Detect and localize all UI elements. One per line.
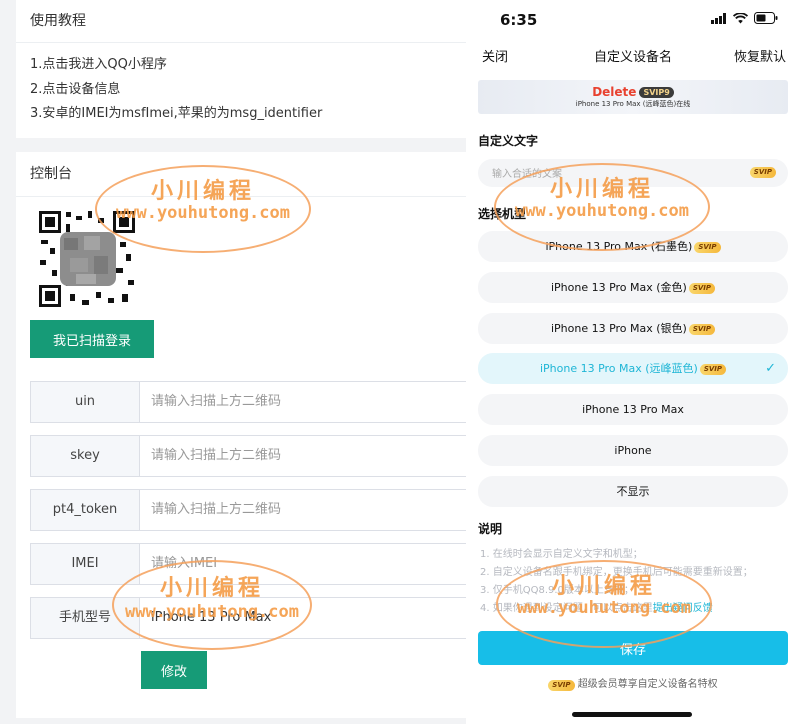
skey-field-row: skey bbox=[30, 435, 471, 477]
svip-badge: SVIP bbox=[688, 324, 716, 335]
preview-subtitle: iPhone 13 Pro Max (远峰蓝色)在线 bbox=[575, 100, 691, 108]
console-card: 控制台 我已扫描登录 uin s bbox=[16, 152, 471, 718]
uin-input[interactable] bbox=[141, 382, 471, 420]
preview-name: Delete bbox=[592, 85, 637, 99]
imei-field-row: IMEI bbox=[30, 543, 471, 585]
svip-footer: SVIP 超级会员尊享自定义设备名特权 bbox=[466, 675, 800, 691]
model-label: iPhone 13 Pro Max (石墨色) bbox=[545, 240, 693, 253]
note-item: 4. 如果你遇到设定问题，可以点击这里提出疑问反馈 bbox=[480, 603, 713, 614]
skey-label: skey bbox=[31, 436, 140, 476]
nav-bar: 关闭 自定义设备名 恢复默认 bbox=[466, 40, 800, 70]
pt4-token-field-row: pt4_token bbox=[30, 489, 471, 531]
tutorial-card: 使用教程 1.点击我进入QQ小程序 2.点击设备信息 3.安卓的IMEI为msf… bbox=[16, 0, 466, 138]
note-item: 3. 仅手机QQ8.9.0版本以上支持； bbox=[480, 585, 634, 596]
notes-title: 说明 bbox=[478, 522, 503, 536]
note-item: 2. 自定义设备名跟手机绑定，更换手机后可能需要重新设置； bbox=[480, 567, 753, 578]
model-label: iPhone 13 Pro Max bbox=[582, 403, 684, 416]
feedback-link[interactable]: 提出疑问反馈 bbox=[653, 603, 713, 614]
phone-model-input[interactable] bbox=[141, 598, 471, 636]
device-preview-card: Delete SVIP9 iPhone 13 Pro Max (远峰蓝色)在线 bbox=[478, 80, 788, 114]
model-label: 不显示 bbox=[616, 485, 650, 498]
phone-screen: 6:35 关闭 自定义设备名 恢复默认 Delete SVIP9 iPhone … bbox=[466, 0, 800, 724]
model-label: iPhone 13 Pro Max (金色) bbox=[550, 281, 687, 294]
wifi-icon bbox=[733, 12, 748, 23]
modify-button[interactable]: 修改 bbox=[141, 651, 207, 689]
skey-input[interactable] bbox=[141, 436, 471, 474]
notes-list: 1. 在线时会显示自定义文字和机型； 2. 自定义设备名跟手机绑定，更换手机后可… bbox=[480, 546, 780, 618]
svip9-badge: SVIP9 bbox=[639, 87, 674, 98]
battery-icon bbox=[754, 12, 778, 24]
custom-text-input[interactable] bbox=[490, 159, 734, 189]
status-time: 6:35 bbox=[500, 11, 538, 29]
model-label: iPhone 13 Pro Max (远峰蓝色) bbox=[539, 362, 698, 375]
model-option[interactable]: 不显示 bbox=[478, 476, 788, 507]
status-icons bbox=[711, 12, 778, 24]
svip-badge: SVIP bbox=[699, 364, 727, 375]
scanned-login-button[interactable]: 我已扫描登录 bbox=[30, 320, 154, 358]
model-option-selected[interactable]: iPhone 13 Pro Max (远峰蓝色) SVIP ✓ bbox=[478, 353, 788, 384]
status-bar: 6:35 bbox=[466, 0, 800, 40]
model-option[interactable]: iPhone 13 Pro Max (银色) SVIP bbox=[478, 313, 788, 344]
model-option[interactable]: iPhone 13 Pro Max bbox=[478, 394, 788, 425]
note-item: 1. 在线时会显示自定义文字和机型； bbox=[480, 549, 643, 560]
svip-badge: SVIP bbox=[694, 242, 721, 253]
model-option[interactable]: iPhone bbox=[478, 435, 788, 466]
custom-text-title: 自定义文字 bbox=[478, 134, 539, 148]
model-option[interactable]: iPhone 13 Pro Max (石墨色) SVIP bbox=[478, 231, 788, 262]
close-button[interactable]: 关闭 bbox=[482, 46, 508, 65]
svip-badge: SVIP bbox=[749, 167, 776, 178]
tutorial-title: 使用教程 bbox=[16, 0, 466, 43]
pt4-token-label: pt4_token bbox=[31, 490, 140, 530]
uin-field-row: uin bbox=[30, 381, 471, 423]
tutorial-step: 2.点击设备信息 bbox=[30, 81, 121, 97]
phone-model-label: 手机型号 bbox=[31, 598, 140, 638]
pt4-token-input[interactable] bbox=[141, 490, 471, 528]
console-title: 控制台 bbox=[16, 152, 466, 197]
imei-label: IMEI bbox=[31, 544, 140, 584]
tutorial-step-link[interactable]: 1.点击我进入QQ小程序 bbox=[30, 53, 452, 78]
save-button[interactable]: 保存 bbox=[478, 631, 788, 665]
model-section-title: 选择机型 bbox=[478, 207, 527, 221]
tutorial-step: 3.安卓的IMEI为msfImei,苹果的为msg_identifier bbox=[30, 106, 323, 121]
footer-text: 超级会员尊享自定义设备名特权 bbox=[577, 679, 718, 690]
model-label: iPhone bbox=[614, 444, 652, 457]
model-label: iPhone 13 Pro Max (银色) bbox=[550, 322, 687, 335]
check-icon: ✓ bbox=[765, 361, 776, 376]
signal-icon bbox=[711, 12, 726, 24]
model-option[interactable]: iPhone 13 Pro Max (金色) SVIP bbox=[478, 272, 788, 303]
home-indicator bbox=[572, 712, 692, 717]
imei-input[interactable] bbox=[141, 544, 471, 582]
tutorial-steps: 1.点击我进入QQ小程序 2.点击设备信息 3.安卓的IMEI为msfImei,… bbox=[16, 43, 466, 137]
qr-code-image bbox=[36, 208, 138, 310]
restore-default-button[interactable]: 恢复默认 bbox=[734, 46, 786, 65]
custom-text-field: SVIP bbox=[478, 159, 788, 189]
uin-label: uin bbox=[31, 382, 140, 422]
svip-badge: SVIP bbox=[548, 680, 575, 691]
svip-badge: SVIP bbox=[688, 283, 716, 294]
web-panel: 使用教程 1.点击我进入QQ小程序 2.点击设备信息 3.安卓的IMEI为msf… bbox=[0, 0, 471, 724]
phone-model-field-row: 手机型号 bbox=[30, 597, 471, 639]
